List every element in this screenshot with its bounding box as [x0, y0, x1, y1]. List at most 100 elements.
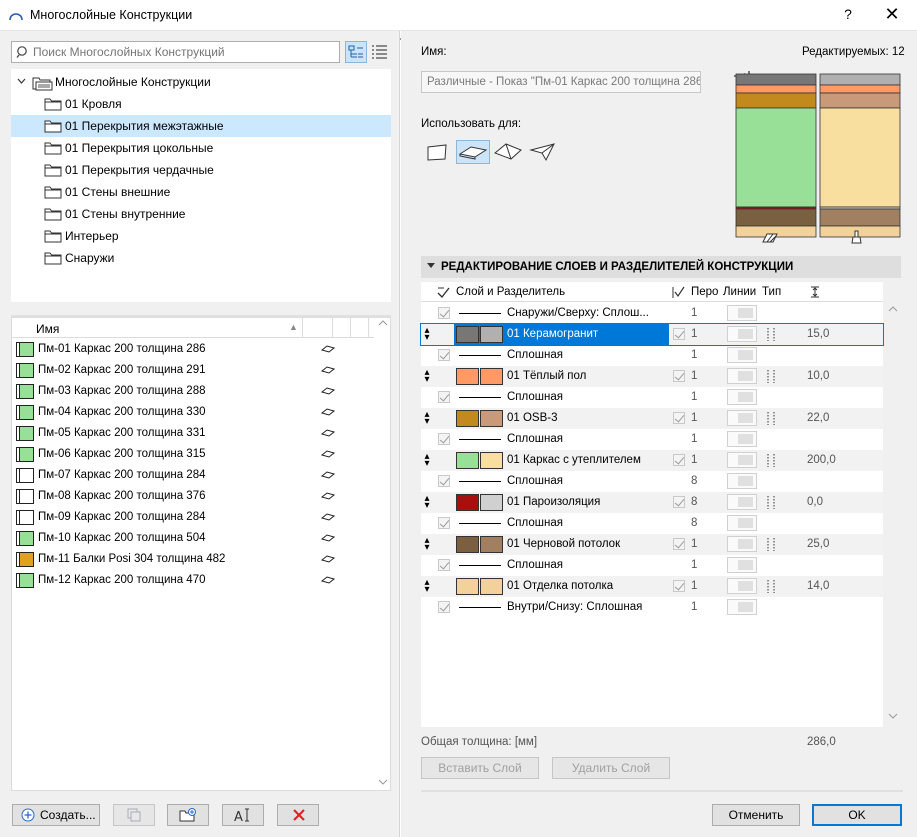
layer-type-icon[interactable]: [764, 327, 780, 342]
layer-lines-selector[interactable]: [727, 368, 757, 384]
layer-thickness[interactable]: 10,0: [807, 370, 829, 382]
tree-folder[interactable]: 01 Перекрытия чердачные: [11, 159, 391, 181]
insert-layer-button[interactable]: Вставить Слой: [421, 757, 539, 779]
use-shell-button[interactable]: [526, 140, 560, 164]
line-type-selector[interactable]: [727, 389, 757, 405]
separator-pen[interactable]: 1: [691, 559, 697, 571]
list-item[interactable]: Пм-04 Каркас 200 толщина 330: [12, 402, 374, 423]
cut-fill-swatch[interactable]: [456, 536, 479, 553]
separator-checkbox[interactable]: [438, 601, 450, 613]
drag-handle-icon[interactable]: ▴ ▾: [423, 494, 431, 511]
separator-checkbox[interactable]: [438, 349, 450, 361]
list-header[interactable]: Имя ▲: [12, 318, 374, 338]
layer-thickness[interactable]: 25,0: [807, 538, 829, 550]
use-roof-button[interactable]: [491, 140, 525, 164]
surface-swatch[interactable]: [480, 536, 503, 553]
close-button[interactable]: ✕: [882, 4, 902, 26]
layer-pen[interactable]: 1: [691, 412, 697, 424]
list-item[interactable]: Пм-06 Каркас 200 толщина 315: [12, 444, 374, 465]
line-type-selector[interactable]: [727, 557, 757, 573]
layer-pen[interactable]: 1: [691, 580, 697, 592]
separator-row[interactable]: Сплошная 8: [421, 513, 883, 534]
layer-type-icon[interactable]: [764, 579, 780, 594]
list-item[interactable]: Пм-08 Каркас 200 толщина 376: [12, 486, 374, 507]
drag-handle-icon[interactable]: ▴ ▾: [423, 368, 431, 385]
layer-type-icon[interactable]: [764, 537, 780, 552]
separator-row[interactable]: Сплошная 8: [421, 471, 883, 492]
drag-handle-icon[interactable]: ▴ ▾: [423, 326, 431, 343]
surface-swatch[interactable]: [480, 410, 503, 427]
layer-lines-selector[interactable]: [727, 494, 757, 510]
layer-pen[interactable]: 1: [691, 370, 697, 382]
separator-checkbox[interactable]: [438, 475, 450, 487]
layer-core-checkbox[interactable]: [673, 538, 685, 550]
separator-checkbox[interactable]: [438, 391, 450, 403]
layer-row[interactable]: ▴ ▾ 01 Пароизоляция 8 0,0: [421, 492, 883, 513]
list-scrollbar[interactable]: [375, 318, 391, 790]
layer-lines-selector[interactable]: [727, 452, 757, 468]
tree-view-button[interactable]: [345, 41, 367, 63]
list-item[interactable]: Пм-11 Балки Posi 304 толщина 482: [12, 549, 374, 570]
duplicate-button[interactable]: [113, 804, 155, 826]
layer-pen[interactable]: 1: [691, 454, 697, 466]
layer-lines-selector[interactable]: [727, 536, 757, 552]
separator-checkbox[interactable]: [438, 517, 450, 529]
separator-checkbox[interactable]: [438, 433, 450, 445]
layer-row[interactable]: ▴ ▾ 01 Керамогранит 1 15,0: [420, 323, 884, 346]
separator-pen[interactable]: 8: [691, 517, 697, 529]
separator-row[interactable]: Сплошная 1: [421, 429, 883, 450]
separator-checkbox[interactable]: [438, 307, 450, 319]
drag-handle-icon[interactable]: ▴ ▾: [423, 536, 431, 553]
separator-pen[interactable]: 1: [691, 433, 697, 445]
cut-fill-swatch[interactable]: [456, 368, 479, 385]
line-type-selector[interactable]: [727, 431, 757, 447]
cut-fill-swatch[interactable]: [456, 494, 479, 511]
drag-handle-icon[interactable]: ▴ ▾: [423, 452, 431, 469]
layer-name[interactable]: 01 Пароизоляция: [507, 496, 600, 508]
check-all-icon[interactable]: [437, 286, 451, 299]
tree-folder[interactable]: 01 Кровля: [11, 93, 391, 115]
separator-checkbox[interactable]: [438, 559, 450, 571]
pane-splitter[interactable]: [11, 307, 391, 317]
create-button[interactable]: Создать...: [12, 804, 100, 826]
separator-row[interactable]: Сплошная 1: [421, 555, 883, 576]
layer-name[interactable]: 01 Каркас с утеплителем: [507, 454, 641, 466]
layer-lines-selector[interactable]: [727, 326, 757, 342]
separator-row[interactable]: Внутри/Снизу: Сплошная 1: [421, 597, 883, 618]
layer-core-checkbox[interactable]: [673, 580, 685, 592]
cut-fill-swatch[interactable]: [456, 578, 479, 595]
layer-lines-selector[interactable]: [727, 410, 757, 426]
layer-name[interactable]: 01 Керамогранит: [507, 328, 598, 340]
cut-fill-swatch[interactable]: [456, 326, 479, 343]
layer-lines-selector[interactable]: [727, 578, 757, 594]
tree-folder[interactable]: Снаружи: [11, 247, 391, 269]
grid-scrollbar[interactable]: [885, 302, 901, 727]
surface-swatch[interactable]: [480, 326, 503, 343]
cut-fill-swatch[interactable]: [456, 410, 479, 427]
layer-name[interactable]: 01 Тёплый пол: [507, 370, 586, 382]
layer-thickness[interactable]: 22,0: [807, 412, 829, 424]
layers-section-header[interactable]: РЕДАКТИРОВАНИЕ СЛОЕВ И РАЗДЕЛИТЕЛЕЙ КОНС…: [421, 256, 901, 278]
layer-name[interactable]: 01 Черновой потолок: [507, 538, 620, 550]
layer-thickness[interactable]: 0,0: [807, 496, 823, 508]
separator-pen[interactable]: 1: [691, 307, 697, 319]
search-input[interactable]: [33, 44, 333, 60]
layer-pen[interactable]: 8: [691, 496, 697, 508]
line-type-selector[interactable]: [727, 515, 757, 531]
rename-button[interactable]: A: [222, 804, 264, 826]
surface-swatch[interactable]: [480, 452, 503, 469]
list-item[interactable]: Пм-09 Каркас 200 толщина 284: [12, 507, 374, 528]
line-type-selector[interactable]: [727, 473, 757, 489]
layer-row[interactable]: ▴ ▾ 01 Отделка потолка 1 14,0: [421, 576, 883, 597]
ok-button[interactable]: OK: [812, 804, 902, 826]
layer-row[interactable]: ▴ ▾ 01 Тёплый пол 1 10,0: [421, 366, 883, 387]
cut-fill-swatch[interactable]: [456, 452, 479, 469]
layer-pen[interactable]: 1: [691, 328, 697, 340]
list-item[interactable]: Пм-03 Каркас 200 толщина 288: [12, 381, 374, 402]
list-item[interactable]: Пм-05 Каркас 200 толщина 331: [12, 423, 374, 444]
layer-row[interactable]: ▴ ▾ 01 Каркас с утеплителем 1 200,0: [421, 450, 883, 471]
surface-swatch[interactable]: [480, 368, 503, 385]
list-item[interactable]: Пм-07 Каркас 200 толщина 284: [12, 465, 374, 486]
search-box[interactable]: [11, 41, 340, 63]
surface-swatch[interactable]: [480, 494, 503, 511]
